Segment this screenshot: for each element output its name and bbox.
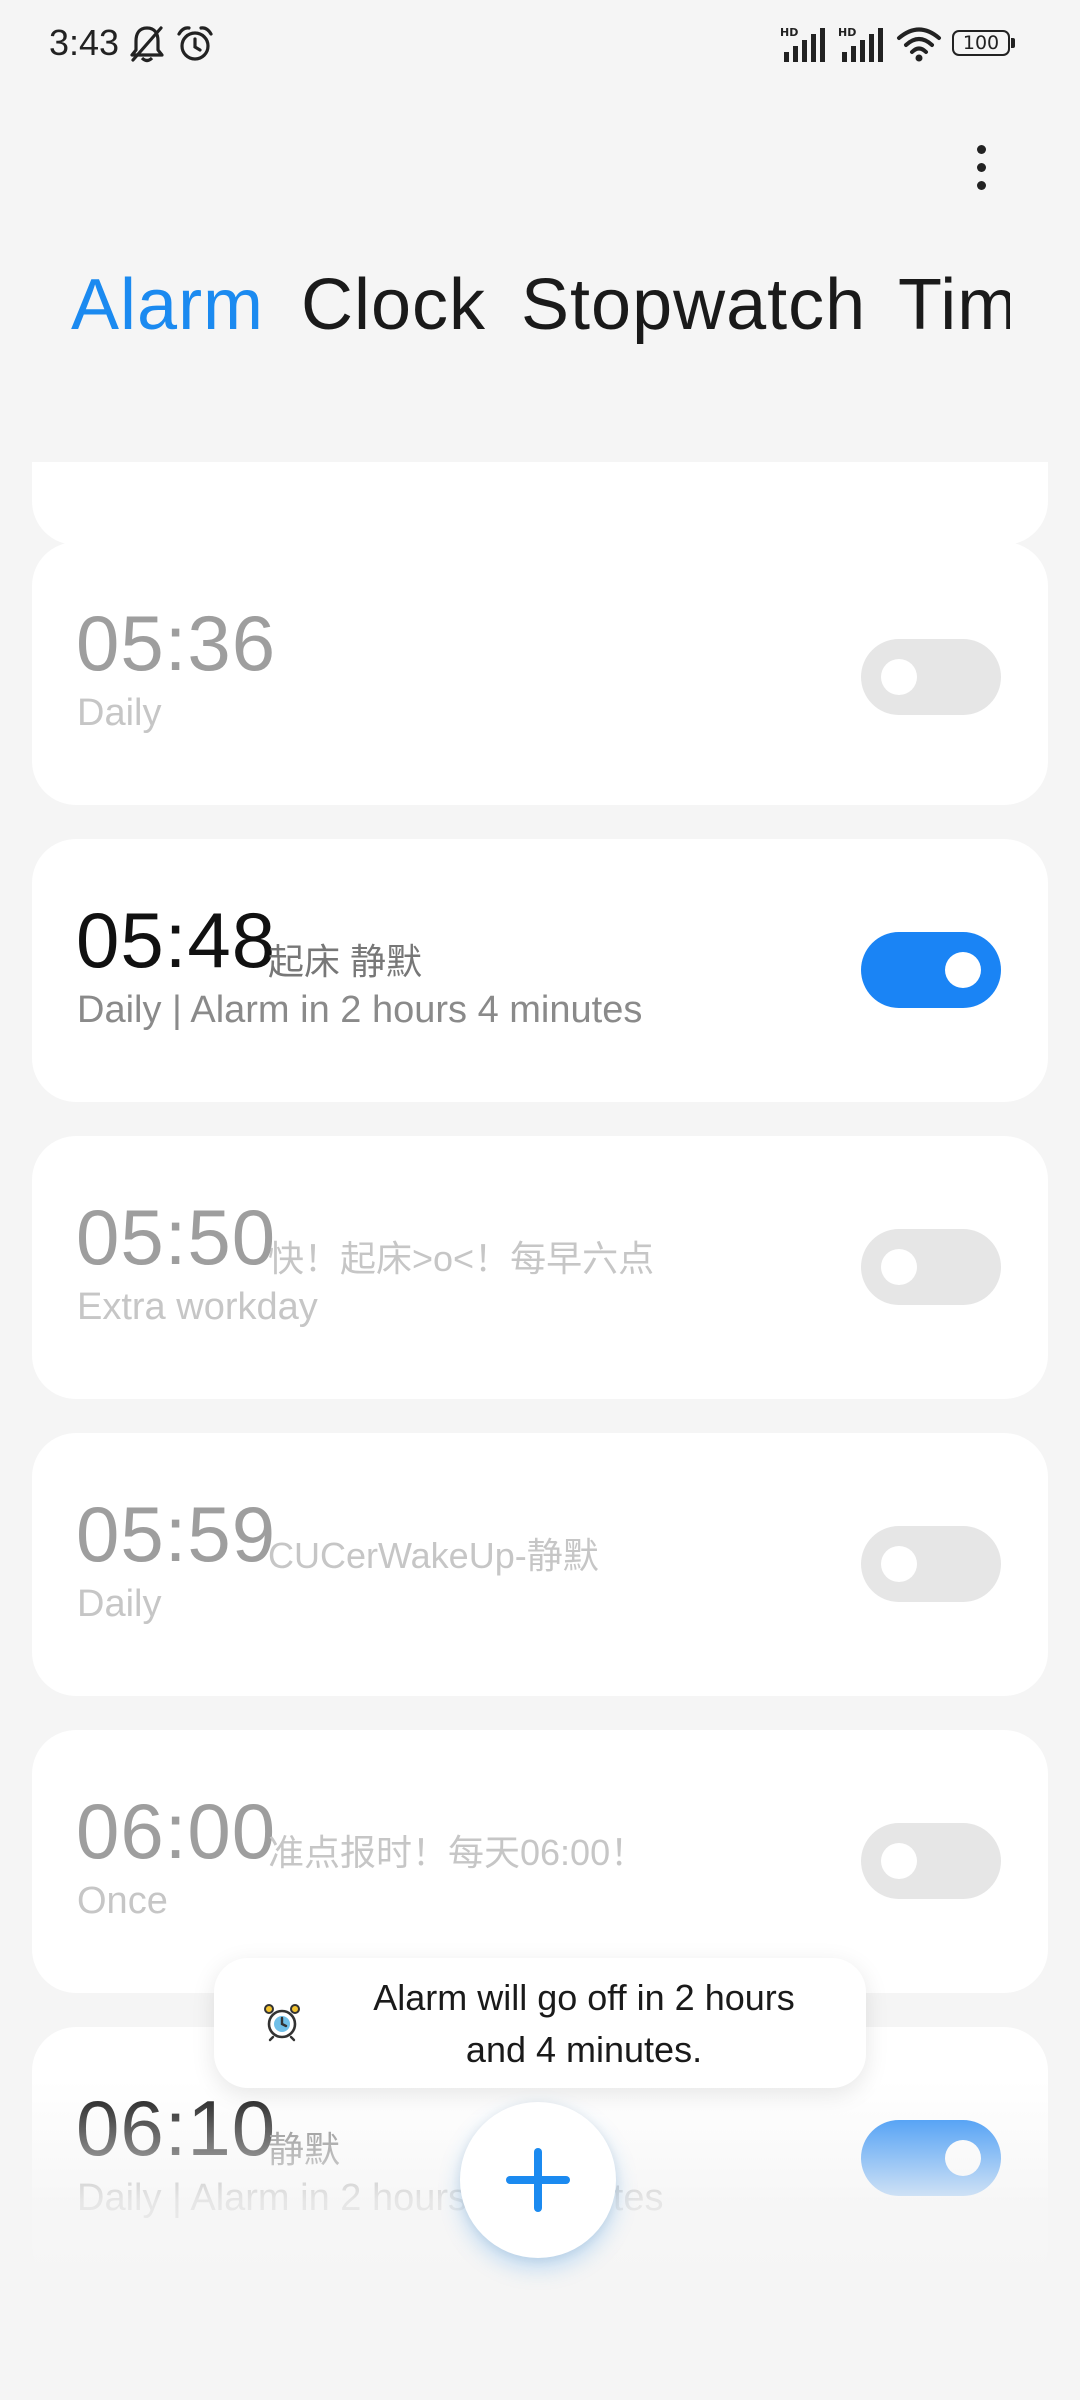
- alarm-card-partial[interactable]: [32, 462, 1048, 545]
- alarm-time: 06:10: [76, 2084, 277, 2172]
- toast-line-1: Alarm will go off in 2 hours: [373, 1977, 795, 2018]
- tab-stopwatch[interactable]: Stopwatch: [521, 250, 866, 360]
- toggle-knob: [945, 952, 981, 988]
- tab-alarm[interactable]: Alarm: [71, 250, 264, 360]
- plus-icon: [506, 2148, 570, 2212]
- alarm-toggle[interactable]: [861, 639, 1001, 715]
- wifi-icon: [897, 27, 941, 62]
- alarm-clock-icon: [177, 26, 213, 61]
- toggle-knob: [881, 1843, 917, 1879]
- alarm-clock-icon: [264, 2004, 300, 2042]
- alarm-label: CUCerWakeUp-静默: [268, 1535, 599, 1576]
- battery-icon: 100: [952, 30, 1015, 58]
- alarm-time: 05:59: [76, 1490, 277, 1578]
- alarm-repeat: Extra workday: [77, 1286, 318, 1328]
- alarm-card[interactable]: 05:50 快！起床>o<！每早六点 Extra workday: [32, 1136, 1048, 1399]
- toast-message: Alarm will go off in 2 hours and 4 minut…: [334, 1972, 834, 2076]
- toggle-knob: [881, 1249, 917, 1285]
- svg-text:HD: HD: [838, 26, 856, 39]
- alarm-time: 05:36: [76, 599, 277, 687]
- alarm-toggle[interactable]: [861, 932, 1001, 1008]
- toggle-knob: [945, 2140, 981, 2176]
- alarm-card[interactable]: 05:59 CUCerWakeUp-静默 Daily: [32, 1433, 1048, 1696]
- alarm-time: 05:48: [76, 896, 277, 984]
- more-options-button[interactable]: [956, 132, 1006, 202]
- alarm-toggle[interactable]: [861, 1526, 1001, 1602]
- alarm-card[interactable]: 06:00 准点报时！每天06:00！ Once: [32, 1730, 1048, 1993]
- alarm-time: 06:00: [76, 1787, 277, 1875]
- toggle-knob: [881, 1546, 917, 1582]
- signal-hd-icon: HD: [838, 26, 883, 62]
- alarm-repeat: Daily: [77, 692, 162, 734]
- svg-text:HD: HD: [780, 26, 798, 39]
- tab-timer[interactable]: Tim: [898, 250, 1010, 360]
- alarm-toggle[interactable]: [861, 1229, 1001, 1305]
- alarm-repeat: Daily | Alarm in 2 hours 4 minutes: [77, 989, 643, 1031]
- tab-clock[interactable]: Clock: [301, 250, 486, 360]
- alarm-card[interactable]: 05:48 起床 静默 Daily | Alarm in 2 hours 4 m…: [32, 839, 1048, 1102]
- alarm-toggle[interactable]: [861, 1823, 1001, 1899]
- toast-line-2: and 4 minutes.: [465, 2029, 703, 2070]
- alarm-repeat: Once: [77, 1880, 168, 1922]
- add-alarm-button[interactable]: [460, 2102, 616, 2258]
- alarm-label: 准点报时！每天06:00！: [268, 1832, 647, 1873]
- alarm-time: 05:50: [76, 1193, 277, 1281]
- alarm-label: 静默: [268, 2129, 341, 2170]
- signal-hd-icon: HD: [780, 26, 825, 62]
- status-time: 3:43: [49, 22, 120, 63]
- alarm-label: 起床 静默: [268, 941, 423, 982]
- tab-bar: Alarm Clock Stopwatch Tim: [0, 250, 1010, 360]
- alarm-toggle[interactable]: [861, 2120, 1001, 2196]
- status-bar: 3:43 HD HD 100: [0, 0, 1080, 92]
- alarm-card[interactable]: 05:36 Daily: [32, 542, 1048, 805]
- toggle-knob: [881, 659, 917, 695]
- more-vertical-icon: [976, 144, 986, 154]
- alarm-label: 快！起床>o<！每早六点: [268, 1238, 655, 1279]
- bell-off-icon: [130, 26, 164, 63]
- more-vertical-icon-dot: [976, 162, 986, 172]
- alarm-toast: Alarm will go off in 2 hours and 4 minut…: [214, 1958, 866, 2088]
- more-vertical-icon-dot: [976, 180, 986, 190]
- battery-level: 100: [962, 32, 1000, 54]
- alarm-repeat: Daily: [77, 1583, 162, 1625]
